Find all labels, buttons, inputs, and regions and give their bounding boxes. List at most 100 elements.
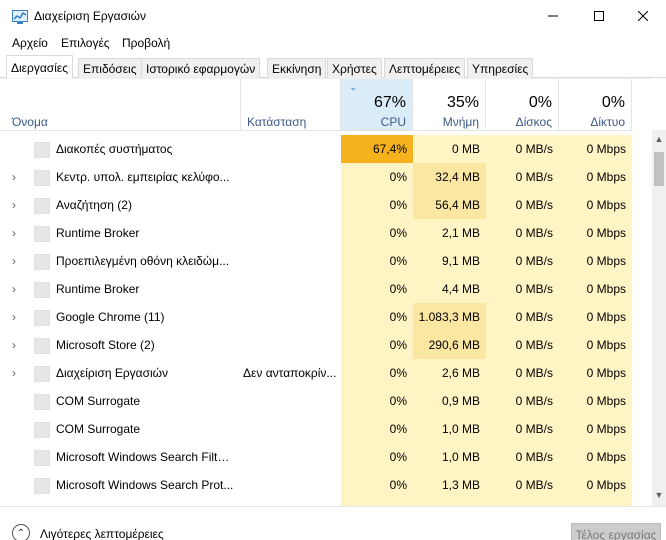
cpu-column-label: CPU <box>380 115 406 129</box>
process-memory: 2,6 MB <box>413 359 486 387</box>
table-row[interactable]: Windows Driver Foundation - U... 0%0,7 MB… <box>0 499 652 506</box>
chevron-right-icon[interactable]: › <box>12 191 16 219</box>
process-network: 0 Mbps <box>559 499 632 506</box>
window-title: Διαχείριση Εργασιών <box>34 9 147 23</box>
minimize-button[interactable] <box>530 0 576 32</box>
process-cpu: 0% <box>341 163 413 191</box>
disk-total-percent: 0% <box>528 94 552 111</box>
menu-options[interactable]: Επιλογές <box>61 36 110 50</box>
process-status <box>243 471 337 499</box>
tab-services[interactable]: Υπηρεσίες <box>467 58 534 78</box>
close-button[interactable] <box>620 0 666 32</box>
table-row[interactable]: › Microsoft Store (2) 0% 290,6 MB 0 MB/s 0 Mb… <box>0 331 652 359</box>
process-network: 0 Mbps <box>559 359 632 387</box>
column-status-label: Κατάσταση <box>247 115 307 129</box>
table-row[interactable]: › Προεπιλεγμένη οθόνη κλειδώμ... 0% 9,1 MB 0… <box>0 247 652 275</box>
process-cpu: 67,4% <box>341 135 413 163</box>
process-disk: 0 MB/s <box>486 303 559 331</box>
scroll-up-icon[interactable]: ▲ <box>652 134 666 144</box>
process-memory: 2,1 MB <box>413 219 486 247</box>
process-network: 0 Mbps <box>559 135 632 163</box>
table-row[interactable]: Microsoft Windows Search Prot... 0% 1,3 MB… <box>0 471 652 499</box>
process-icon <box>34 198 50 214</box>
process-disk: 0 MB/s <box>486 415 559 443</box>
chevron-right-icon[interactable]: › <box>12 359 16 387</box>
column-header-disk[interactable]: 0% Δίσκος <box>486 79 559 131</box>
table-row[interactable]: › Google Chrome (11) 0% 1.083,3 MB 0 MB/s 0 M… <box>0 303 652 331</box>
chevron-right-icon[interactable]: › <box>12 247 16 275</box>
scroll-down-icon[interactable]: ▼ <box>652 490 666 500</box>
maximize-button[interactable] <box>576 0 622 32</box>
tab-users[interactable]: Χρήστες <box>327 58 382 78</box>
chevron-right-icon[interactable]: › <box>12 303 16 331</box>
process-memory: 9,1 MB <box>413 247 486 275</box>
process-status <box>243 191 337 219</box>
column-header-memory[interactable]: 35% Μνήμη <box>413 79 486 131</box>
table-row[interactable]: › Αναζήτηση (2) 0% 56,4 MB 0 MB/s 0 Mbps <box>0 191 652 219</box>
process-icon <box>34 366 50 382</box>
chevron-right-icon[interactable]: › <box>12 163 16 191</box>
process-name: Κεντρ. υπολ. εμπειρίας κελύφο... <box>56 170 230 184</box>
network-total-percent: 0% <box>601 94 625 111</box>
end-task-button[interactable]: Τέλος εργασίας <box>571 523 661 540</box>
table-row[interactable]: COM Surrogate 0% 0,9 MB 0 MB/s 0 Mbps <box>0 387 652 415</box>
process-cpu: 0% <box>341 275 413 303</box>
column-header-network[interactable]: 0% Δίκτυο <box>559 79 632 131</box>
process-cpu: 0% <box>341 331 413 359</box>
process-status <box>243 387 337 415</box>
column-header-name[interactable]: Όνομα <box>0 79 241 131</box>
process-network: 0 Mbps <box>559 163 632 191</box>
tab-app-history[interactable]: Ιστορικό εφαρμογών <box>141 58 261 78</box>
tab-performance[interactable]: Επιδόσεις <box>78 58 142 78</box>
task-manager-icon <box>12 10 28 24</box>
process-icon <box>34 226 50 242</box>
process-memory: 1,0 MB <box>413 415 486 443</box>
chevron-right-icon[interactable]: › <box>12 219 16 247</box>
table-row[interactable]: › Runtime Broker 0% 4,4 MB 0 MB/s 0 Mbps <box>0 275 652 303</box>
process-memory: 0,7 MB <box>413 499 486 506</box>
process-name: Microsoft Store (2) <box>56 338 155 352</box>
minimize-icon <box>548 15 558 17</box>
footer: ⌃ Λιγότερες λεπτομέρειες Τέλος εργασίας <box>0 506 666 540</box>
process-cpu: 0% <box>341 303 413 331</box>
table-row[interactable]: › Runtime Broker 0% 2,1 MB 0 MB/s 0 Mbps <box>0 219 652 247</box>
process-cpu: 0% <box>341 415 413 443</box>
fewer-details-link[interactable]: Λιγότερες λεπτομέρειες <box>40 527 164 540</box>
table-row[interactable]: › Κεντρ. υπολ. εμπειρίας κελύφο... 0% 32,4 … <box>0 163 652 191</box>
chevron-right-icon[interactable]: › <box>12 331 16 359</box>
menu-view[interactable]: Προβολή <box>122 36 170 50</box>
vertical-scrollbar[interactable]: ▲ ▼ <box>652 130 666 506</box>
process-name: Google Chrome (11) <box>56 310 165 324</box>
disk-column-label: Δίσκος <box>515 115 552 129</box>
process-status <box>243 219 337 247</box>
process-cpu: 0% <box>341 247 413 275</box>
process-grid: Όνομα Κατάσταση ⌄ 67% CPU 35% Μνήμη 0% Δ… <box>0 78 652 506</box>
tab-details[interactable]: Λεπτομέρειες <box>384 58 466 78</box>
process-network: 0 Mbps <box>559 247 632 275</box>
process-memory: 32,4 MB <box>413 163 486 191</box>
scroll-thumb[interactable] <box>654 152 664 186</box>
table-row[interactable]: › Διαχείριση Εργασιών Δεν ανταποκρίν... 0% 2… <box>0 359 652 387</box>
title-bar: Διαχείριση Εργασιών <box>0 0 666 32</box>
table-row[interactable]: COM Surrogate 0% 1,0 MB 0 MB/s 0 Mbps <box>0 415 652 443</box>
column-header-status[interactable]: Κατάσταση <box>241 79 341 131</box>
tab-processes[interactable]: Διεργασίες <box>6 55 73 79</box>
column-header-cpu[interactable]: ⌄ 67% CPU <box>341 79 413 131</box>
process-icon <box>34 478 50 494</box>
tab-startup[interactable]: Εκκίνηση <box>267 58 327 78</box>
process-network: 0 Mbps <box>559 303 632 331</box>
process-disk: 0 MB/s <box>486 135 559 163</box>
tab-strip: Διεργασίες Επιδόσεις Ιστορικό εφαρμογών … <box>0 54 666 79</box>
process-cpu: 0% <box>341 219 413 247</box>
process-disk: 0 MB/s <box>486 219 559 247</box>
chevron-up-circle-icon[interactable]: ⌃ <box>12 524 30 540</box>
menu-file[interactable]: Αρχείο <box>12 36 48 50</box>
process-icon <box>34 338 50 354</box>
chevron-right-icon[interactable]: › <box>12 275 16 303</box>
process-disk: 0 MB/s <box>486 471 559 499</box>
process-disk: 0 MB/s <box>486 387 559 415</box>
process-icon <box>34 282 50 298</box>
process-memory: 56,4 MB <box>413 191 486 219</box>
table-row[interactable]: Microsoft Windows Search Filte... 0% 1,0 M… <box>0 443 652 471</box>
table-row[interactable]: Διακοπές συστήματος 67,4% 0 MB 0 MB/s 0 Mbps <box>0 135 652 163</box>
